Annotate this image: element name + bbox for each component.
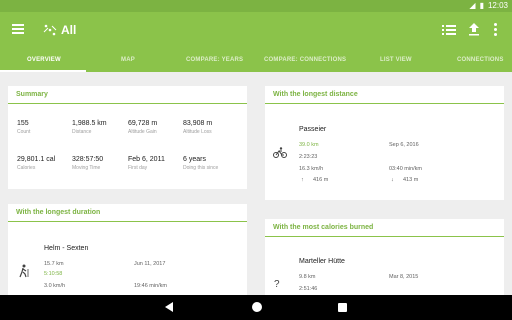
longest-duration-pace: 19:46 min/km [134,283,168,289]
tab-list-view[interactable]: LIST VIEW [380,57,412,63]
stat-altitude-loss: 83,908 m Altitude Loss [183,120,213,135]
tab-compare-years[interactable]: COMPARE: YEARS [186,57,243,63]
overview-content[interactable]: Summary 155 Count 1,988.5 km Distance 69… [0,72,512,295]
system-nav-bar [0,295,512,320]
most-calories-name: Marteller Hütte [299,258,345,265]
tab-map[interactable]: MAP [121,57,135,63]
stat-altitude-gain: 69,728 m Altitude Gain [128,120,158,135]
stat-count: 155 Count [17,120,31,135]
hiking-icon [19,264,29,278]
question-icon: ? [274,279,280,290]
most-calories-divider [265,236,504,237]
summary-title: Summary [16,91,48,98]
stat-distance: 1,988.5 km Distance [72,120,107,135]
tab-compare-connections[interactable]: COMPARE: CONNECTIONS [264,57,346,63]
longest-distance-speed: 16.3 km/h [299,166,324,172]
home-icon[interactable] [252,302,262,312]
recent-apps-icon[interactable] [338,303,347,312]
most-calories-title: With the most calories burned [273,224,374,231]
most-calories-date: Mar 8, 2015 [389,274,419,280]
tab-overview[interactable]: OVERVIEW [27,57,61,63]
back-icon[interactable] [165,302,173,312]
longest-distance-card[interactable]: With the longest distance Passeier 39.0 … [265,86,504,200]
most-calories-card[interactable]: With the most calories burned ? Martelle… [265,219,504,295]
longest-duration-distance: 15.7 km [44,261,64,267]
menu-icon[interactable] [12,24,24,36]
longest-distance-divider [265,103,504,104]
longest-duration-divider [8,221,247,222]
more-options-icon[interactable] [494,23,498,37]
summary-divider [8,103,247,104]
longest-distance-duration: 2:23:23 [299,154,318,160]
app-title: All [61,23,77,37]
longest-distance-date: Sep 6, 2016 [389,142,419,148]
status-bar: ◢ ▮ 12:03 [0,0,512,12]
longest-duration-speed: 3.0 km/h [44,283,66,289]
tab-bar: OVERVIEW MAP COMPARE: YEARS COMPARE: CON… [0,50,512,72]
summary-card: Summary 155 Count 1,988.5 km Distance 69… [8,86,247,189]
signal-icon: ◢ [469,1,476,10]
longest-distance-loss: 413 m [403,177,419,183]
altitude-gain-icon: ↑ [301,177,304,183]
app-logo-icon [43,24,57,36]
upload-icon[interactable] [468,22,480,36]
longest-duration-time: 5:10:58 [44,271,63,277]
stat-doing-since: 6 years Doing this since [183,156,219,171]
longest-duration-card[interactable]: With the longest duration Helm - Sexten … [8,204,247,295]
stat-moving-time: 328:57:50 Moving Time [72,156,104,171]
most-calories-duration: 2:51:46 [299,286,318,292]
stat-calories: 29,801.1 cal Calories [17,156,56,171]
longest-duration-date: Jun 11, 2017 [134,261,166,267]
list-view-icon[interactable] [442,24,456,36]
battery-icon: ▮ [479,1,484,10]
longest-distance-name: Passeier [299,126,327,133]
longest-distance-pace: 03:40 min/km [389,166,423,172]
longest-distance-gain: 416 m [313,177,329,183]
altitude-loss-icon: ↓ [391,177,394,183]
longest-duration-name: Helm - Sexten [44,245,89,252]
app-bar: All [0,12,512,50]
most-calories-distance: 9.8 km [299,274,316,280]
tab-connections[interactable]: CONNECTIONS [457,57,504,63]
longest-distance-title: With the longest distance [273,91,358,98]
bike-icon [273,147,287,158]
longest-distance-km: 39.0 km [299,142,319,148]
stat-first-day: Feb 6, 2011 First day [128,156,165,171]
status-time: 12:03 [487,1,508,10]
longest-duration-title: With the longest duration [16,209,101,216]
